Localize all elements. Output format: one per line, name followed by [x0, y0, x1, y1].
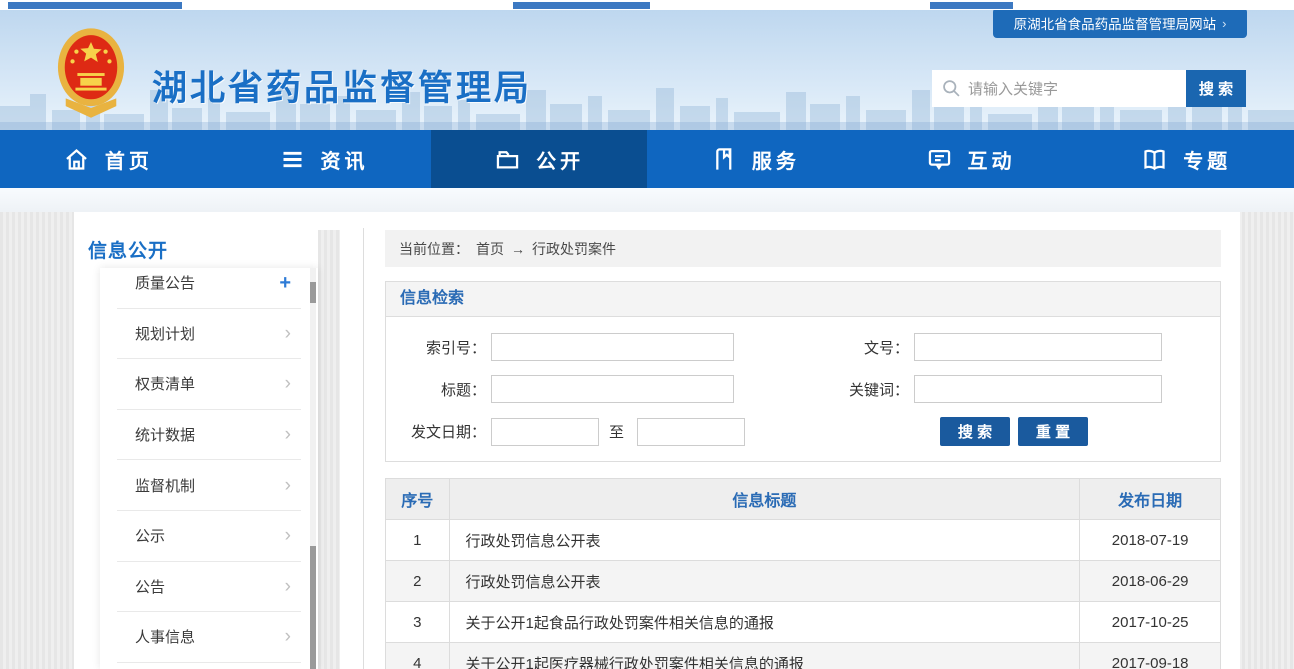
doc-no-input[interactable] [914, 333, 1162, 361]
col-header-no: 序号 [386, 479, 450, 520]
sidebar-menu: 质量公告 + 规划计划 › 权责清单 › 统计数据 › 监督机制 › 公示 › [100, 268, 318, 669]
sidebar-item-publicity[interactable]: 公示 › [117, 511, 301, 562]
row-title-link[interactable]: 关于公开1起医疗器械行政处罚案件相关信息的通报 [449, 643, 1080, 669]
sidebar-item-responsibility-list[interactable]: 权责清单 › [117, 359, 301, 410]
index-no-label: 索引号： [386, 337, 486, 358]
page: 湖北省药品监督管理局 原湖北省食品药品监督管理局网站 › 搜 索 首页 [0, 0, 1294, 669]
breadcrumb-label: 当前位置： [399, 239, 469, 259]
table-row: 2 行政处罚信息公开表 2018-06-29 [386, 561, 1221, 602]
sidebar-item-quality-notice[interactable]: 质量公告 + [117, 268, 301, 309]
folder-icon [494, 146, 521, 173]
chevron-right-icon: › [285, 526, 291, 545]
book-bookmark-icon [710, 146, 737, 173]
site-search-input[interactable] [966, 70, 1182, 109]
sidebar-item-personnel[interactable]: 人事信息 › [117, 612, 301, 663]
site-search-button[interactable]: 搜 索 [1186, 70, 1246, 107]
nav-tab-news[interactable]: 资讯 [216, 130, 432, 188]
sidebar-item-announcements[interactable]: 公告 › [117, 562, 301, 613]
info-search-form: 索引号： 文号： 标题： 关键词： 发文日期： 至 搜 索 重 置 [386, 317, 1220, 462]
top-strip-segment [8, 2, 182, 9]
row-no: 1 [386, 520, 450, 561]
row-title-link[interactable]: 行政处罚信息公开表 [449, 561, 1080, 602]
form-search-button[interactable]: 搜 索 [940, 417, 1010, 446]
title-input[interactable] [491, 375, 734, 403]
chevron-right-icon: › [285, 425, 291, 444]
table-header-row: 序号 信息标题 发布日期 [386, 479, 1221, 520]
chevron-right-icon: › [285, 374, 291, 393]
row-date: 2017-09-18 [1080, 643, 1221, 669]
sidebar-scrollbar-thumb[interactable] [310, 282, 316, 303]
national-emblem [56, 26, 126, 124]
table-row: 1 行政处罚信息公开表 2018-07-19 [386, 520, 1221, 561]
sidebar-item-plans[interactable]: 规划计划 › [117, 309, 301, 360]
col-header-date: 发布日期 [1080, 479, 1221, 520]
top-strip-segment [513, 2, 650, 9]
breadcrumb-current: 行政处罚案件 [532, 239, 616, 259]
row-no: 2 [386, 561, 450, 602]
site-title: 湖北省药品监督管理局 [152, 60, 532, 111]
search-icon [941, 78, 962, 99]
nav-bottom-strip [0, 188, 1294, 212]
news-list-icon [279, 146, 306, 173]
chevron-right-icon: › [285, 577, 291, 596]
nav-tab-disclosure[interactable]: 公开 [431, 130, 647, 188]
date-to-label: 至 [609, 421, 624, 442]
breadcrumb-arrow-icon: → [511, 241, 525, 257]
index-no-input[interactable] [491, 333, 734, 361]
info-search-panel: 信息检索 索引号： 文号： 标题： 关键词： 发文日期： 至 搜 索 重 置 [385, 281, 1221, 462]
nav-tab-home[interactable]: 首页 [0, 130, 216, 188]
row-title-link[interactable]: 行政处罚信息公开表 [449, 520, 1080, 561]
column-divider [363, 228, 364, 669]
site-header: 湖北省药品监督管理局 原湖北省食品药品监督管理局网站 › 搜 索 [0, 10, 1294, 130]
chevron-right-icon: › [285, 627, 291, 646]
home-icon [63, 146, 90, 173]
row-date: 2017-10-25 [1080, 602, 1221, 643]
top-strip-segment [930, 2, 1013, 9]
results-table: 序号 信息标题 发布日期 1 行政处罚信息公开表 2018-07-19 2 行政… [385, 478, 1221, 669]
title-label: 标题： [386, 379, 486, 400]
chevron-right-icon: › [1222, 16, 1226, 31]
nav-tab-services[interactable]: 服务 [647, 130, 863, 188]
breadcrumb: 当前位置： 首页 → 行政处罚案件 [385, 230, 1221, 267]
nav-tab-interaction[interactable]: 互动 [863, 130, 1079, 188]
row-date: 2018-07-19 [1080, 520, 1221, 561]
row-date: 2018-06-29 [1080, 561, 1221, 602]
main-nav: 首页 资讯 公开 服务 互动 [0, 130, 1294, 188]
table-row: 3 关于公开1起食品行政处罚案件相关信息的通报 2017-10-25 [386, 602, 1221, 643]
keyword-label: 关键词： [734, 379, 909, 400]
chat-bubble-icon [926, 146, 953, 173]
sidebar-item-statistics[interactable]: 统计数据 › [117, 410, 301, 461]
old-site-link-button[interactable]: 原湖北省食品药品监督管理局网站 › [993, 10, 1247, 38]
info-search-title: 信息检索 [386, 282, 1220, 317]
chevron-right-icon: › [285, 324, 291, 343]
row-no: 4 [386, 643, 450, 669]
top-strip [0, 0, 1294, 10]
sidebar-item-supervision[interactable]: 监督机制 › [117, 460, 301, 511]
sidebar-list: 质量公告 + 规划计划 › 权责清单 › 统计数据 › 监督机制 › 公示 › [100, 268, 318, 663]
doc-no-label: 文号： [734, 337, 909, 358]
row-title-link[interactable]: 关于公开1起食品行政处罚案件相关信息的通报 [449, 602, 1080, 643]
site-search-bar: 搜 索 [932, 70, 1246, 107]
chevron-right-icon: › [285, 476, 291, 495]
row-no: 3 [386, 602, 450, 643]
search-input-wrap [932, 70, 1186, 107]
open-book-icon [1141, 146, 1168, 173]
col-header-title: 信息标题 [449, 479, 1080, 520]
sidebar-scrollbar-thumb[interactable] [310, 546, 316, 669]
date-to-input[interactable] [637, 418, 745, 446]
sidebar-texture-strip [318, 230, 340, 669]
nav-tab-topics[interactable]: 专题 [1078, 130, 1294, 188]
table-row: 4 关于公开1起医疗器械行政处罚案件相关信息的通报 2017-09-18 [386, 643, 1221, 669]
publish-date-label: 发文日期： [386, 421, 486, 442]
breadcrumb-home-link[interactable]: 首页 [476, 239, 504, 259]
plus-expand-icon[interactable]: + [279, 273, 291, 293]
form-reset-button[interactable]: 重 置 [1018, 417, 1088, 446]
sidebar-title: 信息公开 [88, 236, 168, 263]
date-from-input[interactable] [491, 418, 599, 446]
keyword-input[interactable] [914, 375, 1162, 403]
